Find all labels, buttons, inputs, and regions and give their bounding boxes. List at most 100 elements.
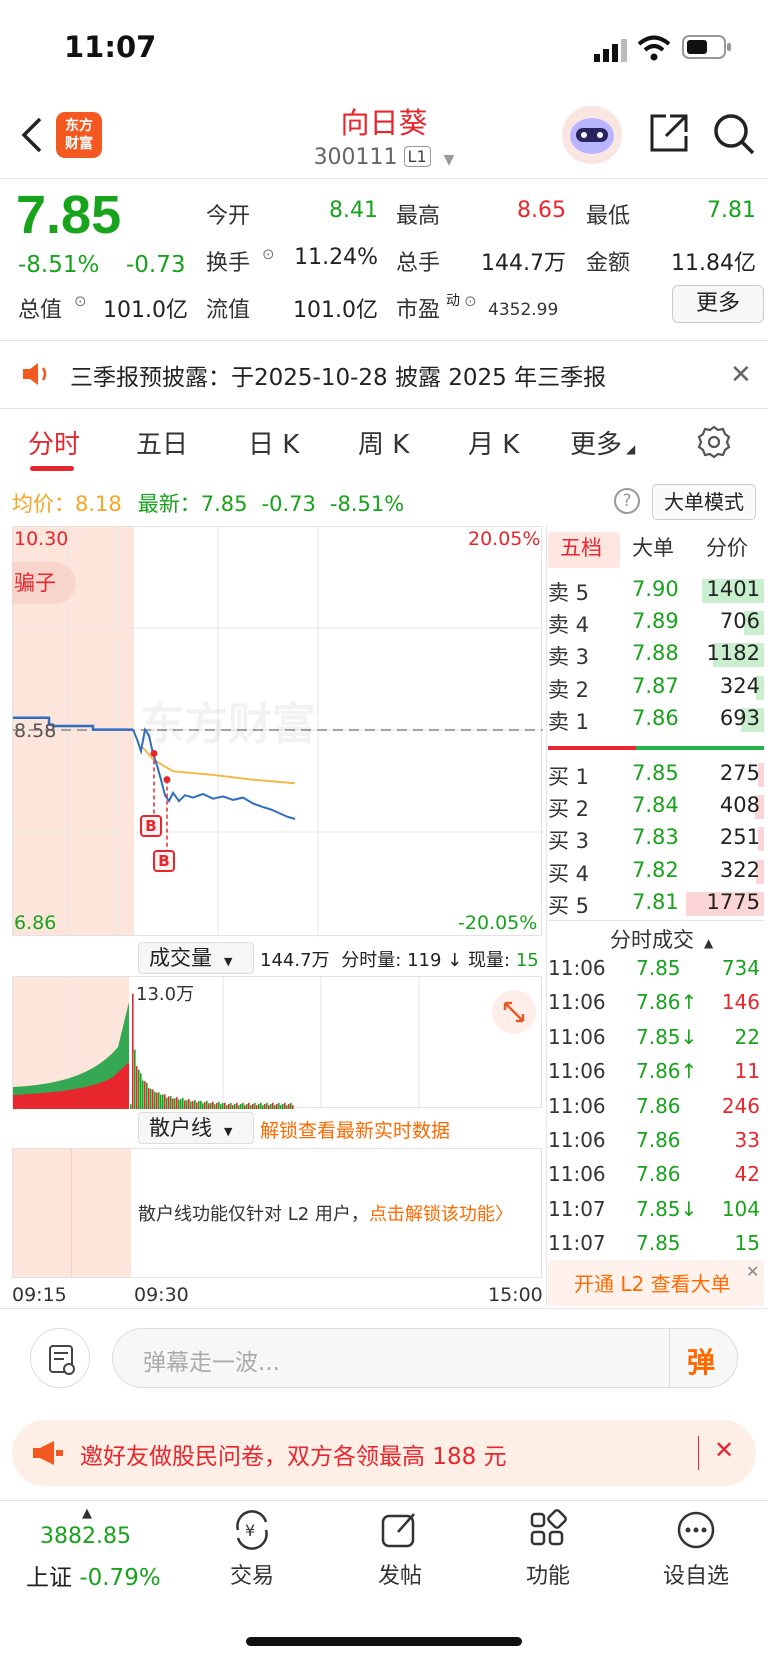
trades-header[interactable]: 分时成交 ▲ (610, 924, 713, 954)
tab-intraday[interactable]: 分时 (28, 424, 80, 461)
gear-icon[interactable] (696, 424, 732, 460)
y-axis-ref: 8.58 (14, 720, 57, 742)
retail-note: 散户线功能仅针对 L2 用户，点击解锁该功能〉 (138, 1200, 513, 1226)
info-dots-icon[interactable]: ⊙ (262, 245, 275, 263)
volume-selector[interactable]: 成交量 ▼ (138, 942, 254, 974)
high-value: 8.65 (517, 198, 566, 223)
nav-divider (0, 1500, 768, 1501)
bid-price: 7.81 (632, 889, 679, 914)
volume-bar (156, 1092, 158, 1109)
big-order-mode-button[interactable]: 大单模式 (652, 484, 756, 520)
bid-row[interactable]: 买 4 7.82 322 (548, 857, 764, 887)
index-value[interactable]: 3882.85 (40, 1524, 131, 1549)
retail-pre-shade (13, 1149, 131, 1277)
volume-bar (130, 1104, 132, 1109)
danmaku-send-button[interactable]: 弹 (687, 1341, 715, 1381)
promo-banner[interactable]: 邀好友做股民问卷，双方各领最高 188 元 ✕ (12, 1420, 756, 1486)
notice-text[interactable]: 三季报预披露：于2025-10-28 披露 2025 年三季报 (70, 358, 606, 392)
trade-time: 11:06 (548, 990, 606, 1015)
info-dots-icon[interactable]: ⊙ (464, 292, 477, 310)
caret-up-icon: ▲ (82, 1506, 92, 1521)
nav-post[interactable]: 发帖 (340, 1558, 460, 1590)
more-dots-icon[interactable] (674, 1508, 718, 1552)
chart-tag[interactable]: 骗子 (12, 562, 76, 604)
latest-label: 最新： (137, 492, 201, 516)
post-icon[interactable] (378, 1508, 422, 1552)
tab-more[interactable]: 更多 ◢ (570, 424, 635, 461)
tab-price-levels[interactable]: 分价 (706, 532, 748, 562)
bid-row[interactable]: 买 3 7.83 251 (548, 824, 764, 854)
info-dots-icon[interactable]: ⊙ (74, 292, 87, 310)
volume-value: 144.7万 (481, 251, 566, 276)
nav-functions[interactable]: 功能 (488, 1558, 608, 1590)
expand-icon[interactable] (492, 990, 536, 1034)
nav-watchlist[interactable]: 设自选 (636, 1558, 756, 1590)
robot-assistant-icon[interactable] (562, 106, 622, 164)
volume-chart[interactable] (12, 976, 542, 1109)
volume-bar (214, 1104, 216, 1109)
ask-row[interactable]: 卖 4 7.89 706 (548, 608, 764, 638)
tab-month-k[interactable]: 月 K (468, 424, 519, 461)
chevron-right-icon: 〉 (494, 1204, 513, 1225)
ask-row[interactable]: 卖 2 7.87 324 (548, 673, 764, 703)
ask-row[interactable]: 卖 1 7.86 693 (548, 705, 764, 735)
search-icon[interactable] (712, 112, 756, 156)
help-icon[interactable]: ? (614, 488, 640, 514)
pct-axis-bottom: -20.05% (458, 912, 538, 934)
more-button[interactable]: 更多 (672, 285, 764, 323)
ask-price: 7.89 (632, 609, 679, 634)
ask-bid-bar-green (636, 746, 764, 750)
ask-row[interactable]: 卖 3 7.88 1182 (548, 640, 764, 670)
trade-icon[interactable]: ¥ (230, 1508, 274, 1552)
volume-bar (212, 1101, 214, 1109)
nav-trade[interactable]: 交易 (192, 1558, 312, 1590)
volume-bar (292, 1105, 294, 1109)
retail-unlock-link[interactable]: 点击解锁该功能 (369, 1204, 495, 1225)
retail-note-text: 散户线功能仅针对 L2 用户， (138, 1204, 369, 1225)
trade-volume: 15 (734, 1231, 760, 1256)
l2-link[interactable]: 开通 L2 查看大单 (574, 1268, 731, 1297)
volume-bar (172, 1098, 174, 1109)
volume-bar (228, 1104, 230, 1109)
danmaku-input[interactable]: 弹幕走一波... 弹 (112, 1328, 738, 1388)
unlock-link[interactable]: 解锁查看最新实时数据 (260, 1116, 450, 1143)
index-row[interactable]: 上证 -0.79% (26, 1558, 161, 1592)
volume-bar (270, 1104, 272, 1109)
tab-five-day[interactable]: 五日 (136, 424, 188, 461)
tab-week-k[interactable]: 周 K (358, 424, 409, 461)
chart-bottom-divider (0, 1308, 768, 1309)
trade-price: 7.85 (636, 956, 681, 980)
retail-selector[interactable]: 散户线 ▼ (138, 1112, 254, 1144)
notes-icon[interactable] (30, 1328, 90, 1388)
trades-divider (548, 920, 764, 921)
apps-icon[interactable] (526, 1508, 570, 1552)
trade-price: 7.85↓ (636, 1024, 698, 1049)
danmaku-placeholder: 弹幕走一波... (143, 1350, 280, 1376)
trade-price: 7.86 (636, 1162, 681, 1187)
ask-row[interactable]: 卖 5 7.90 1401 (548, 576, 764, 606)
ask-price: 7.87 (632, 673, 679, 698)
volume-bar (142, 1080, 144, 1109)
close-icon[interactable]: ✕ (714, 1436, 734, 1464)
volume-bar (210, 1103, 212, 1109)
home-indicator[interactable] (246, 1637, 522, 1646)
trade-time: 11:06 (548, 956, 606, 980)
latest-change: -0.73 (261, 492, 316, 516)
time-open: 09:30 (134, 1284, 189, 1306)
low-value: 7.81 (707, 198, 756, 223)
trade-row: 11:07 7.85↓ 104 (548, 1197, 764, 1227)
tab-five-levels[interactable]: 五档 (560, 532, 602, 562)
close-icon[interactable]: ✕ (746, 1262, 759, 1281)
share-icon[interactable] (648, 112, 690, 154)
buy-marker[interactable]: B (140, 815, 162, 837)
pe-value: 4352.99 (488, 300, 559, 320)
bid-row[interactable]: 买 5 7.81 1775 (548, 889, 764, 919)
tab-day-k[interactable]: 日 K (248, 424, 299, 461)
tab-big-orders[interactable]: 大单 (632, 532, 674, 562)
bid-row[interactable]: 买 1 7.85 275 (548, 760, 764, 790)
watermark: 东方财富 (140, 699, 316, 750)
high-label: 最高 (396, 204, 441, 229)
bid-row[interactable]: 买 2 7.84 408 (548, 792, 764, 822)
close-icon[interactable]: ✕ (730, 360, 752, 390)
buy-marker[interactable]: B (153, 850, 175, 872)
